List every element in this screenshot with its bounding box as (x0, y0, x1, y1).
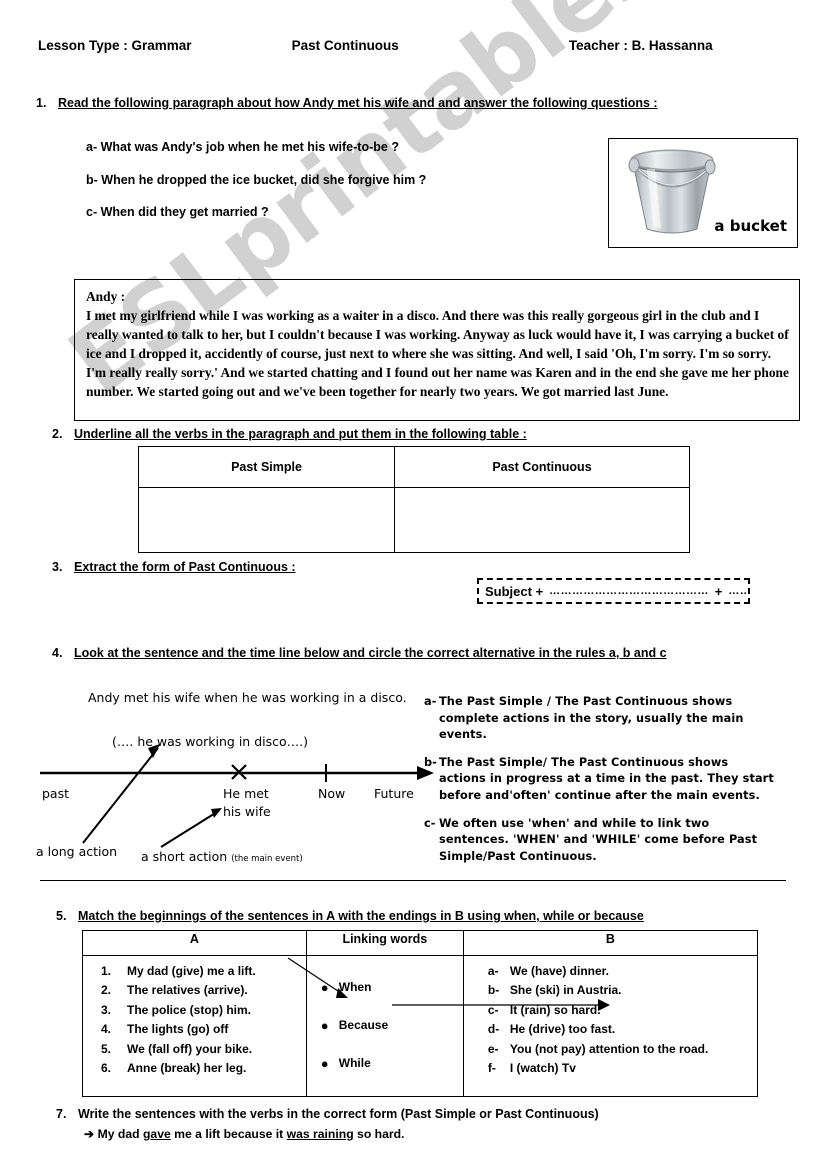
story-speaker: Andy : (86, 289, 126, 304)
task-2-heading: 2. Underline all the verbs in the paragr… (52, 427, 527, 441)
list-item[interactable]: 6. Anne (break) her leg. (101, 1059, 306, 1078)
item-marker: 5. (101, 1041, 112, 1056)
item-text: The lights (go) off (127, 1022, 229, 1037)
timeline-long-action-label: a long action (36, 844, 118, 859)
verbs-table-answer-row (138, 487, 690, 553)
timeline-now-label: Now (318, 786, 346, 801)
header-lesson-type: Lesson Type : Grammar (38, 38, 192, 53)
verbs-table-header-past-simple: Past Simple (138, 446, 395, 488)
item-text: My dad (give) me a lift. (127, 964, 256, 978)
arrow-icon: ➔ (84, 1127, 95, 1141)
past-continuous-formula-box[interactable]: Subject + …………………………………… + …………………………………… (477, 578, 750, 604)
rule-a[interactable]: a- The Past Simple / The Past Continuous… (424, 694, 774, 744)
timeline-future-label: Future (374, 786, 414, 801)
task-1-question-a: a- What was Andy's job when he met his w… (86, 140, 399, 154)
timeline-event-line-1: He met (223, 786, 269, 801)
timeline-short-action-note: (the main event) (231, 854, 303, 864)
rule-b-label: b- (424, 755, 437, 769)
item-marker: 2. (101, 983, 112, 998)
task-3-number: 3. (52, 560, 63, 574)
answer-middle: me a lift because it (170, 1127, 287, 1141)
rule-a-text: The Past Simple / The Past Continuous sh… (439, 695, 744, 742)
task-7-instruction: Write the sentences with the verbs in th… (78, 1107, 599, 1121)
timeline-event-line-2: his wife (223, 804, 271, 819)
answer-verb-1: gave (142, 1127, 171, 1141)
timeline-diagram: Andy met his wife when he was working in… (36, 686, 436, 872)
answer-verb-2: was raining (286, 1127, 354, 1141)
timeline-short-action-main: a short action (141, 849, 228, 864)
task-1-question-b: b- When he dropped the ice bucket, did s… (86, 173, 427, 187)
task-7-number: 7. (56, 1107, 67, 1121)
bucket-picture-box: a bucket (608, 138, 798, 248)
task-1-heading: 1. Read the following paragraph about ho… (36, 96, 658, 110)
task-2-number: 2. (52, 427, 63, 441)
task-3-heading: 3. Extract the form of Past Continuous : (52, 560, 296, 574)
item-marker: 3. (101, 1002, 112, 1017)
item-marker: f- (487, 1061, 496, 1076)
answer-prefix: My dad (97, 1127, 143, 1141)
task-7-heading: 7. Write the sentences with the verbs in… (56, 1107, 599, 1121)
section-divider (40, 880, 786, 881)
answer-suffix: so hard. (353, 1127, 405, 1141)
task-1-question-c: c- When did they get married ? (86, 205, 269, 219)
verbs-table-header-past-continuous: Past Continuous (394, 446, 690, 488)
formula-plus-sign: + (714, 583, 723, 599)
task-1-number: 1. (36, 96, 47, 110)
item-text: The relatives (arrive). (127, 983, 248, 998)
verbs-table-cell-past-continuous[interactable] (394, 487, 690, 553)
task-3-instruction: Extract the form of Past Continuous : (74, 560, 296, 574)
page-header: Lesson Type : Grammar Past Continuous Te… (0, 38, 826, 53)
item-marker: 6. (101, 1061, 112, 1076)
verbs-table: Past Simple Past Continuous (138, 446, 690, 553)
item-marker: 4. (101, 1022, 112, 1037)
rule-b-text: The Past Simple/ The Past Continuous sho… (439, 755, 774, 802)
task-7-answer-line: ➔ My dad gave me a lift because it was r… (84, 1127, 404, 1141)
formula-subject-label: Subject + (485, 583, 544, 599)
story-paragraph-box: Andy : I met my girlfriend while I was w… (74, 279, 800, 421)
formula-blank-1[interactable]: …………………………………… (549, 585, 709, 597)
rule-c-label: c- (424, 816, 436, 830)
item-text: I (watch) Tv (509, 1061, 576, 1076)
header-teacher: Teacher : B. Hassanna (568, 38, 713, 53)
verbs-table-header-row: Past Simple Past Continuous (138, 446, 690, 488)
task-5-instruction: Match the beginnings of the sentences in… (78, 909, 644, 923)
item-marker: 1. (101, 964, 112, 978)
rule-a-label: a- (424, 695, 437, 708)
matching-arrows (287, 957, 610, 1011)
story-text: I met my girlfriend while I was working … (86, 308, 789, 400)
bucket-caption: a bucket (714, 217, 787, 235)
rules-list: a- The Past Simple / The Past Continuous… (424, 694, 774, 876)
header-topic: Past Continuous (291, 38, 399, 53)
list-item[interactable]: f- I (watch) Tv (488, 1059, 757, 1078)
task-4-number: 4. (52, 646, 63, 660)
item-text: We (fall off) your bike. (127, 1041, 253, 1056)
rule-b[interactable]: b- The Past Simple/ The Past Continuous … (424, 755, 774, 805)
task-5-heading: 5. Match the beginnings of the sentences… (56, 909, 644, 923)
bucket-icon (617, 143, 727, 239)
timeline-past-label: past (42, 786, 70, 801)
timeline-short-action-label: a short action (the main event) (141, 849, 303, 864)
worksheet-page: ESLprintables.com Lesson Type : Grammar … (0, 0, 826, 1169)
task-4-instruction: Look at the sentence and the time line b… (74, 646, 667, 660)
item-text: The police (stop) him. (127, 1002, 252, 1017)
task-1-instruction: Read the following paragraph about how A… (58, 96, 658, 110)
task-5-number: 5. (56, 909, 67, 923)
formula-blank-2[interactable]: ………………………………………… (728, 585, 748, 597)
item-text: Anne (break) her leg. (127, 1061, 247, 1076)
task-2-instruction: Underline all the verbs in the paragraph… (74, 427, 527, 441)
verbs-table-cell-past-simple[interactable] (138, 487, 395, 553)
task-4-heading: 4. Look at the sentence and the time lin… (52, 646, 667, 660)
rule-c-text: We often use 'when' and while to link tw… (439, 816, 758, 863)
rule-c[interactable]: c- We often use 'when' and while to link… (424, 816, 774, 866)
